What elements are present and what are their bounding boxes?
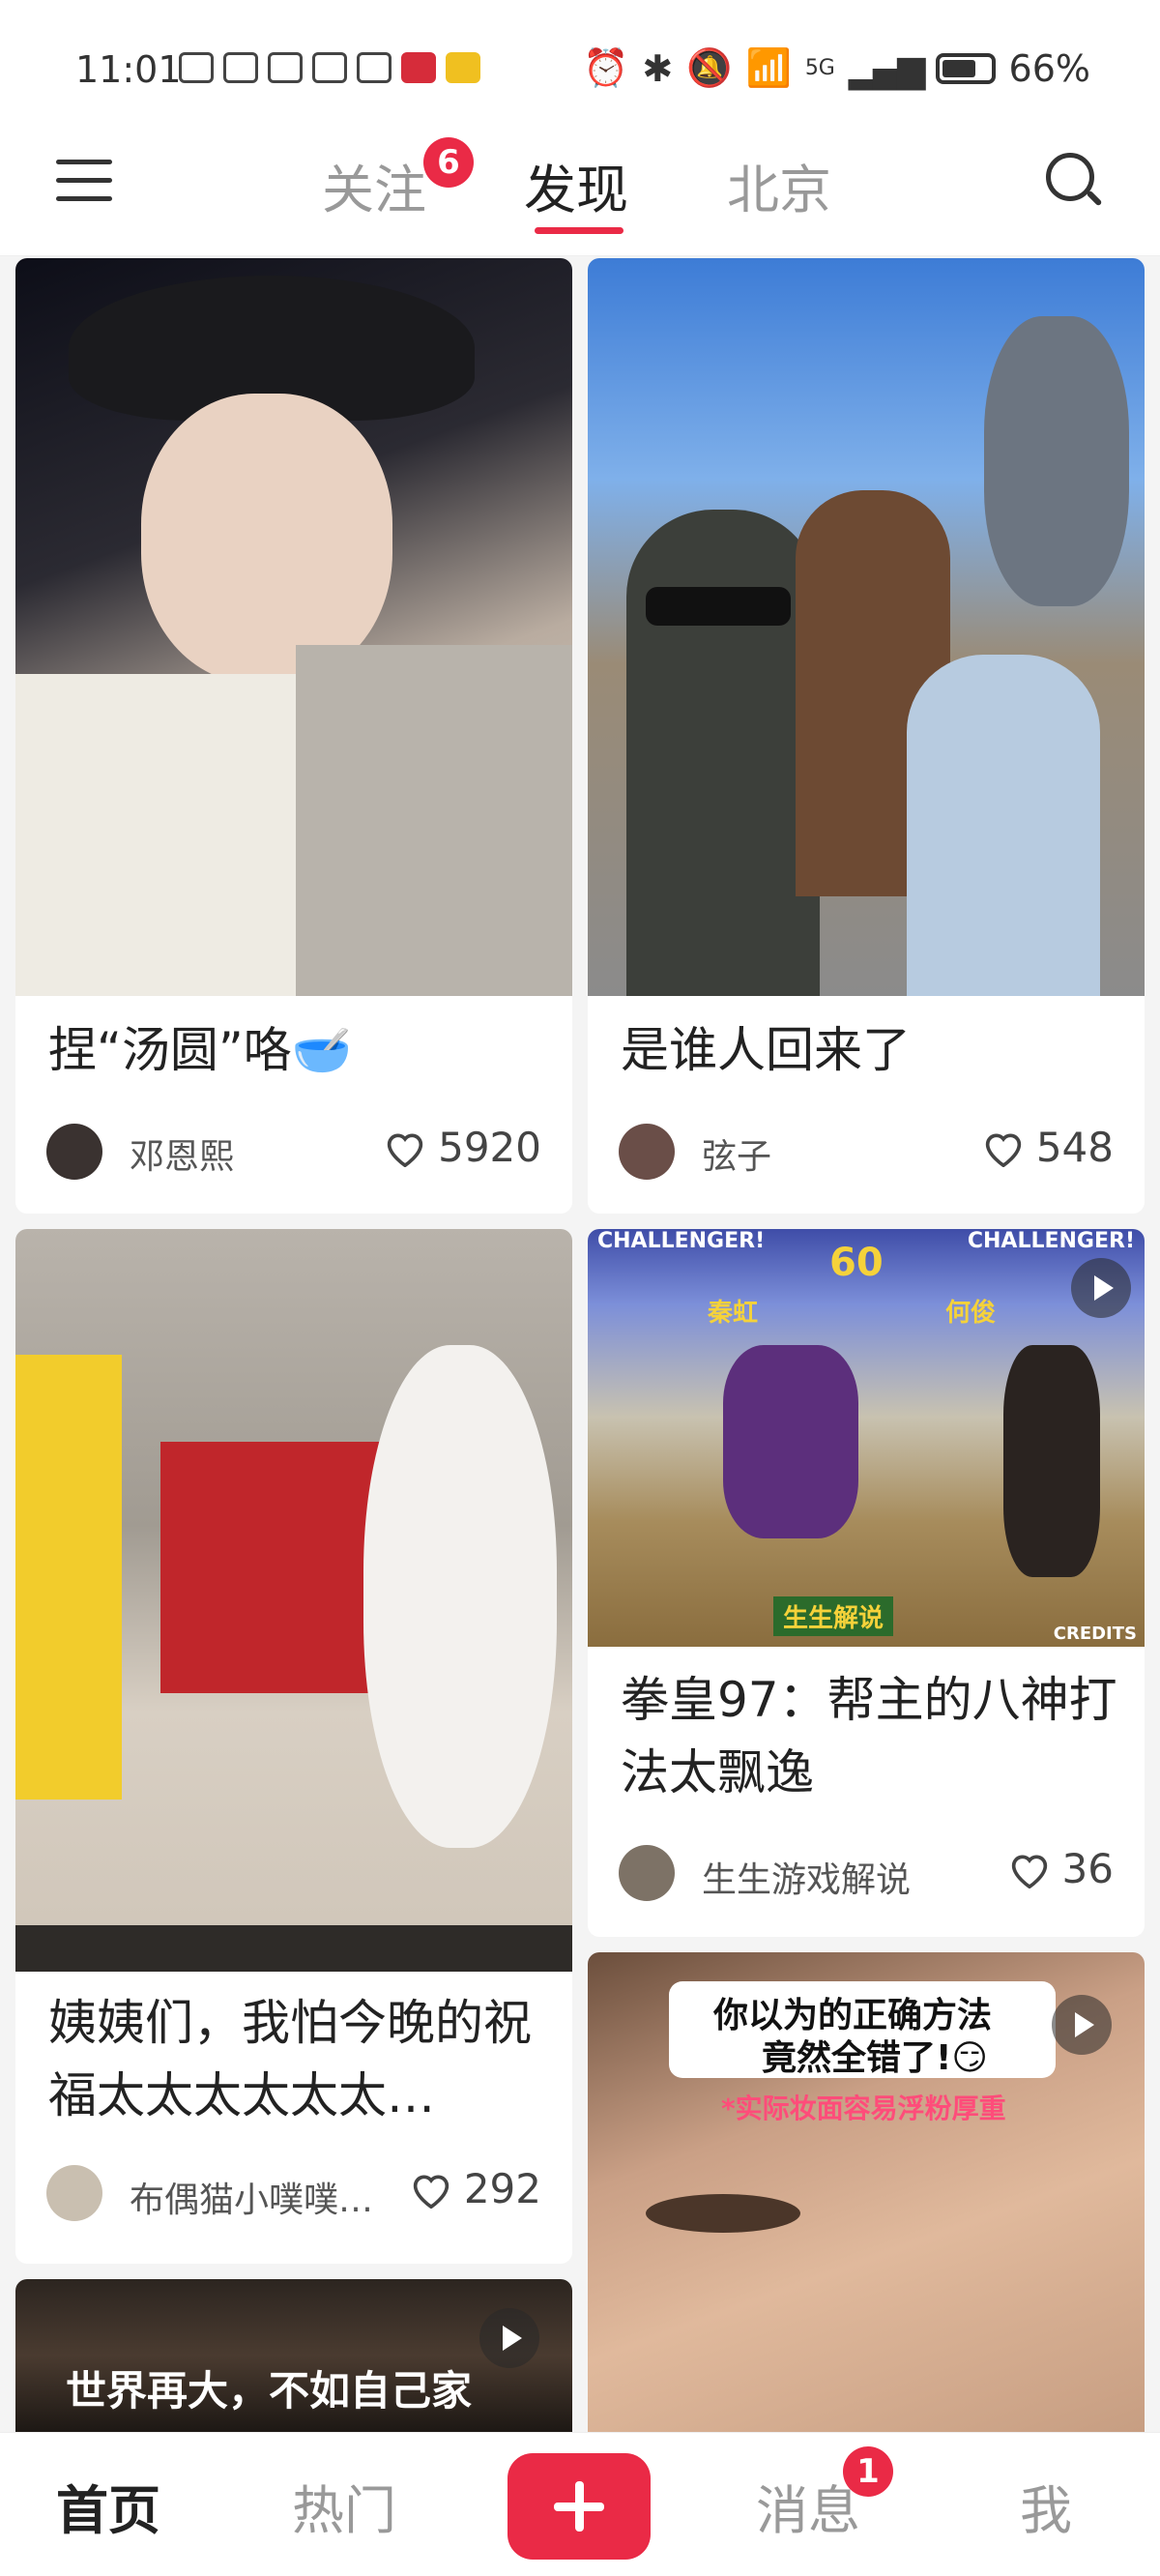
mail-icon — [446, 52, 480, 83]
card-1-image — [15, 258, 572, 996]
heart-icon — [387, 1132, 423, 1167]
wifi-icon: 📶 — [745, 46, 792, 89]
card-3-author[interactable]: 布偶猫小噗噗… — [130, 2172, 373, 2222]
red-app-icon — [401, 52, 436, 83]
child-shape — [907, 655, 1100, 996]
notification-icons — [179, 52, 480, 83]
card-6-overlay-text: 世界再大，不如自己家 — [66, 2367, 473, 2415]
card-1-author[interactable]: 邓恩熙 — [130, 1128, 234, 1179]
feed-card-3[interactable]: 姨姨们，我怕今晚的祝福太太太太太太… 布偶猫小噗噗… 292 — [15, 1229, 572, 2264]
card-1-title: 捏“汤圆”咯🥣 — [48, 1022, 353, 1078]
card-4-image: CHALLENGER! CHALLENGER! 60 秦虹 何俊 生生解说 CR… — [588, 1229, 1145, 1647]
status-bar: 11:01 ⏰ ✱ 🔕 📶 5G ▂▄▆ 66% — [0, 0, 1160, 140]
system-icons: ⏰ ✱ 🔕 📶 5G ▂▄▆ 66% — [583, 46, 1090, 90]
mute-icon: 🔕 — [686, 46, 733, 89]
battery-level: 66% — [1008, 46, 1090, 90]
nfc-icon — [268, 52, 303, 83]
nav-me[interactable]: 我 — [1020, 2468, 1072, 2544]
eye-shape — [646, 2194, 800, 2233]
video-caption: 生生解说 — [773, 1596, 894, 1636]
heart-icon — [1011, 1854, 1047, 1888]
alarm-icon: ⏰ — [582, 46, 629, 89]
card-5-image: 你以为的正确方法 竟然全错了!😏 *实际妆面容易浮粉厚重 — [588, 1952, 1145, 2432]
play-icon[interactable] — [1052, 1995, 1112, 2055]
fighter-1-shape — [723, 1345, 858, 1538]
avatar[interactable] — [619, 1845, 675, 1901]
app-icon — [312, 52, 347, 83]
play-icon[interactable] — [479, 2308, 539, 2368]
battery-icon — [935, 52, 996, 84]
card-2-author[interactable]: 弦子 — [702, 1128, 771, 1179]
eye-icon — [223, 52, 258, 83]
card-2-image — [588, 258, 1145, 996]
signal-icon: ▂▄▆ — [848, 46, 926, 90]
status-time: 11:01 — [75, 48, 182, 91]
challenger-right-text: CHALLENGER! — [967, 1229, 1135, 1253]
round-timer: 60 — [829, 1241, 884, 1285]
credits-text: CREDITS — [1053, 1624, 1137, 1644]
heart-icon — [413, 2174, 450, 2209]
card-4-likes: 36 — [1061, 1845, 1114, 1892]
card-6-image: 世界再大，不如自己家 — [15, 2279, 572, 2432]
cast-icon — [179, 52, 214, 83]
bank-icon — [357, 52, 392, 83]
heart-icon — [985, 1132, 1022, 1167]
signal-label: 5G — [804, 56, 835, 80]
person-left-shape — [626, 510, 820, 996]
feed-card-2[interactable]: 是谁人回来了 弦子 548 — [588, 258, 1145, 1214]
card-4-like-button[interactable]: 36 — [1008, 1845, 1114, 1892]
app-screen: 11:01 ⏰ ✱ 🔕 📶 5G ▂▄▆ 66% 关注 6 发现 北京 捏“汤圆… — [0, 0, 1160, 2576]
face-shape — [141, 394, 392, 684]
challenger-left-text: CHALLENGER! — [597, 1229, 766, 1253]
card-3-likes: 292 — [463, 2165, 541, 2212]
feed-card-1[interactable]: 捏“汤圆”咯🥣 邓恩熙 5920 — [15, 258, 572, 1214]
create-post-button[interactable] — [508, 2453, 651, 2560]
card-4-title: 拳皇97：帮主的八神打法太飘逸 — [621, 1672, 1117, 1800]
tab-beijing[interactable]: 北京 — [727, 147, 831, 223]
feed-card-6[interactable]: 世界再大，不如自己家 — [15, 2279, 572, 2432]
feed-card-4[interactable]: CHALLENGER! CHALLENGER! 60 秦虹 何俊 生生解说 CR… — [588, 1229, 1145, 1937]
card-1-likes: 5920 — [438, 1124, 541, 1171]
coat-shape — [296, 645, 572, 996]
avatar[interactable] — [46, 2165, 102, 2221]
nav-trending[interactable]: 热门 — [292, 2468, 396, 2544]
active-tab-indicator — [535, 227, 624, 234]
card-3-like-button[interactable]: 292 — [410, 2165, 541, 2212]
menu-icon[interactable] — [56, 160, 112, 206]
cat-shape — [363, 1345, 557, 1848]
caption-subline: *实际妆面容易浮粉厚重 — [721, 2093, 1006, 2124]
tab-follow[interactable]: 关注 — [322, 147, 426, 223]
fighter-2-shape — [1003, 1345, 1100, 1577]
card-2-likes: 548 — [1035, 1124, 1114, 1171]
floor-shadow — [15, 1925, 572, 1972]
card-4-author[interactable]: 生生游戏解说 — [702, 1852, 911, 1902]
player-2-name: 何俊 — [945, 1299, 997, 1328]
avatar[interactable] — [619, 1124, 675, 1180]
bluetooth-icon: ✱ — [642, 46, 674, 90]
shark-statue-shape — [984, 316, 1129, 606]
feed-card-5[interactable]: 你以为的正确方法 竟然全错了!😏 *实际妆面容易浮粉厚重 — [588, 1952, 1145, 2432]
card-2-title: 是谁人回来了 — [621, 1022, 911, 1078]
avatar[interactable] — [46, 1124, 102, 1180]
sunglasses-shape — [646, 587, 791, 626]
card-2-like-button[interactable]: 548 — [982, 1124, 1114, 1171]
card-1-like-button[interactable]: 5920 — [384, 1124, 541, 1171]
card-3-image — [15, 1229, 572, 1972]
search-icon[interactable] — [1046, 153, 1103, 209]
nav-home[interactable]: 首页 — [56, 2468, 160, 2544]
player-1-name: 秦虹 — [708, 1299, 759, 1328]
yellow-bag-shape — [15, 1355, 122, 1800]
follow-badge: 6 — [423, 137, 474, 188]
caption-line-2: 竟然全错了!😏 — [762, 2038, 988, 2078]
play-icon[interactable] — [1071, 1258, 1131, 1318]
tab-discover[interactable]: 发现 — [524, 147, 628, 223]
card-3-title: 姨姨们，我怕今晚的祝福太太太太太太… — [48, 1995, 532, 2123]
messages-badge: 1 — [843, 2446, 893, 2497]
